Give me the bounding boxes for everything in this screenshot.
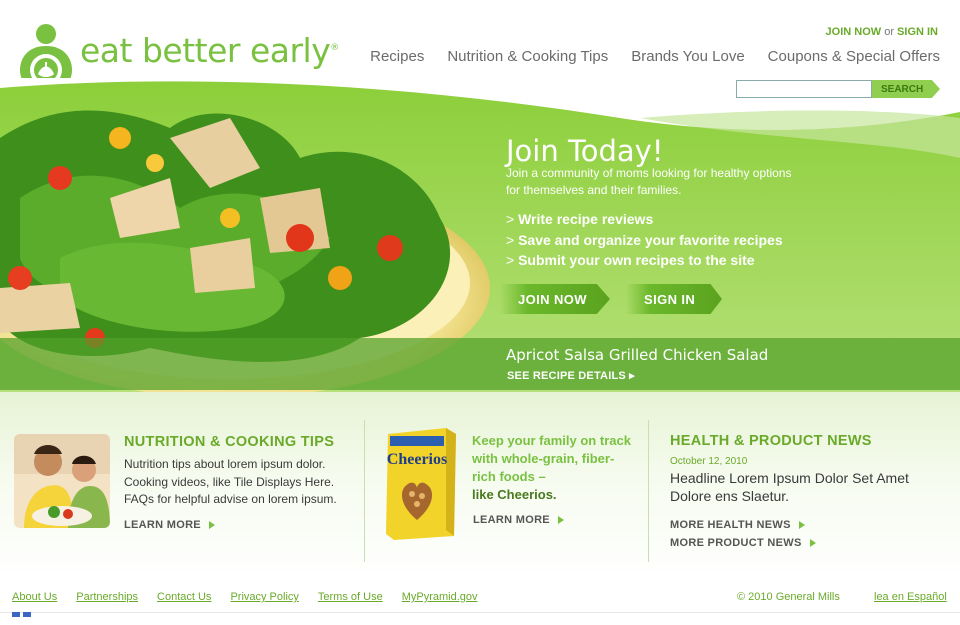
- copyright: © 2010 General Mills: [737, 591, 840, 603]
- nav-coupons-special-offers[interactable]: Coupons & Special Offers: [768, 48, 940, 65]
- arrow-right-icon: [798, 521, 805, 530]
- footer-privacy-policy[interactable]: Privacy Policy: [230, 591, 298, 603]
- arrow-right-icon: [557, 516, 564, 525]
- site-footer: About Us Partnerships Contact Us Privacy…: [0, 585, 960, 625]
- cheerios-learn-more-link[interactable]: LEARN MORE: [473, 514, 564, 526]
- sign-in-button[interactable]: SIGN IN: [626, 284, 722, 314]
- news-headline[interactable]: Headline Lorem Ipsum Dolor Set Amet Dolo…: [670, 469, 940, 505]
- search-button[interactable]: SEARCH: [872, 80, 940, 98]
- nutrition-tips-text: Nutrition tips about lorem ipsum dolor. …: [124, 457, 337, 506]
- cheerios-promo-text: Keep your family on track with whole-gra…: [472, 433, 631, 502]
- nav-recipes[interactable]: Recipes: [370, 48, 424, 65]
- nutrition-learn-more-link[interactable]: LEARN MORE: [124, 519, 215, 531]
- spanish-link[interactable]: lea en Español: [874, 591, 947, 603]
- column-divider: [648, 420, 649, 562]
- flags-icon: [12, 612, 31, 617]
- news-date: October 12, 2010: [670, 456, 748, 467]
- search-box: SEARCH: [736, 80, 940, 98]
- main-nav: Recipes Nutrition & Cooking Tips Brands …: [370, 48, 940, 65]
- cheerios-box-image: Cheerios: [384, 428, 460, 542]
- join-now-link[interactable]: JOIN NOW: [826, 26, 882, 38]
- arrow-right-icon: [809, 539, 816, 548]
- footer-links: About Us Partnerships Contact Us Privacy…: [12, 591, 478, 603]
- arrow-right-icon: [208, 521, 215, 530]
- column-divider: [364, 420, 365, 562]
- benefit-save-recipes[interactable]: Save and organize your favorite recipes: [506, 230, 783, 251]
- nav-nutrition-cooking-tips[interactable]: Nutrition & Cooking Tips: [447, 48, 608, 65]
- featured-recipe-banner: [0, 338, 960, 390]
- cheerios-brand-text: Cheerios: [387, 451, 447, 468]
- more-product-news-link[interactable]: MORE PRODUCT NEWS: [670, 537, 816, 549]
- nutrition-tips-title[interactable]: NUTRITION & COOKING TIPS: [124, 434, 334, 450]
- benefit-write-reviews[interactable]: Write recipe reviews: [506, 209, 783, 230]
- footer-partnerships[interactable]: Partnerships: [76, 591, 138, 603]
- hero-section: Join Today! Join a community of moms loo…: [0, 78, 960, 398]
- benefit-submit-recipes[interactable]: Submit your own recipes to the site: [506, 250, 783, 271]
- more-health-news-link[interactable]: MORE HEALTH NEWS: [670, 519, 805, 531]
- nav-brands-you-love[interactable]: Brands You Love: [631, 48, 744, 65]
- account-links: JOIN NOW or SIGN IN: [826, 26, 938, 38]
- featured-recipe-title[interactable]: Apricot Salsa Grilled Chicken Salad: [506, 346, 768, 364]
- join-now-button[interactable]: JOIN NOW: [500, 284, 610, 314]
- hero-title: Join Today!: [506, 134, 664, 168]
- see-recipe-details-link[interactable]: SEE RECIPE DETAILS ▸: [507, 369, 635, 382]
- sign-in-link[interactable]: SIGN IN: [897, 26, 938, 38]
- footer-mypyramid[interactable]: MyPyramid.gov: [402, 591, 478, 603]
- health-news-title[interactable]: HEALTH & PRODUCT NEWS: [670, 433, 872, 449]
- footer-terms-of-use[interactable]: Terms of Use: [318, 591, 383, 603]
- footer-about-us[interactable]: About Us: [12, 591, 57, 603]
- or-separator: or: [884, 26, 894, 38]
- benefits-list: Write recipe reviews Save and organize y…: [506, 209, 783, 271]
- search-input[interactable]: [736, 80, 872, 98]
- hero-description: Join a community of moms looking for hea…: [506, 166, 792, 197]
- family-cooking-photo: [14, 434, 110, 528]
- footer-contact-us[interactable]: Contact Us: [157, 591, 211, 603]
- footer-divider: [0, 612, 960, 613]
- logo-text: eat better early®: [80, 30, 339, 70]
- feature-row: NUTRITION & COOKING TIPS Nutrition tips …: [0, 392, 960, 582]
